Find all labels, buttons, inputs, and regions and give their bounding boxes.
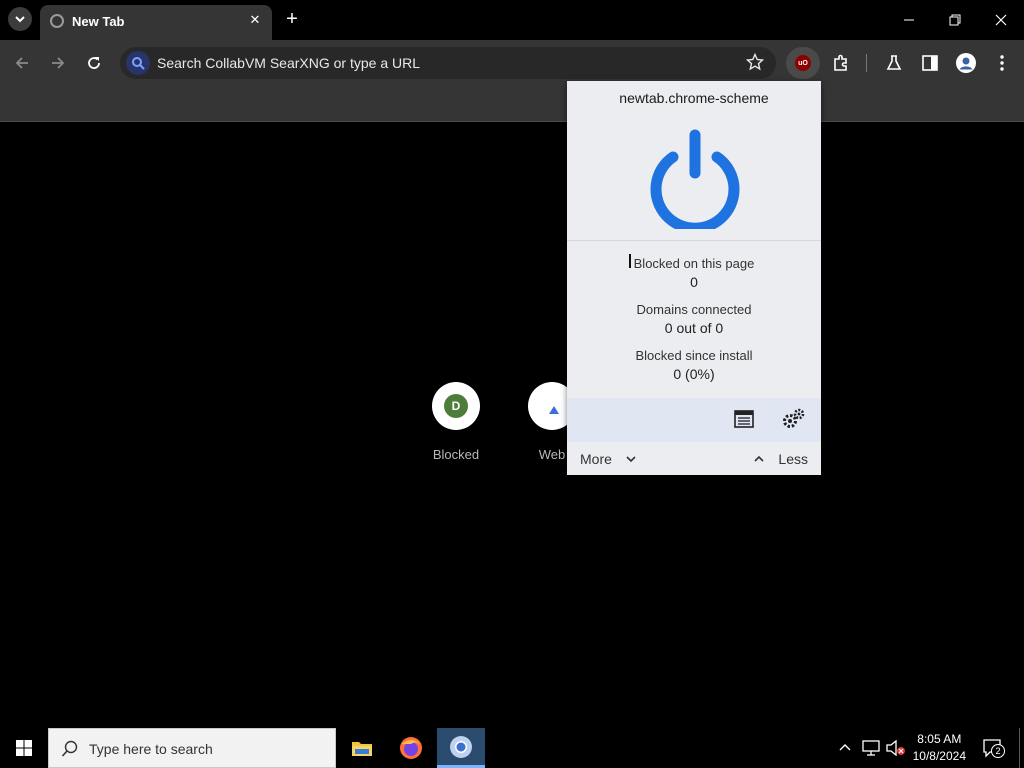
shortcut-label: Blocked	[432, 447, 480, 462]
shortcut-icon: D	[432, 382, 480, 430]
network-icon[interactable]	[862, 740, 880, 761]
ublock-extension-button[interactable]: uO	[786, 47, 820, 79]
stat-domains-value: 0 out of 0	[664, 320, 724, 336]
less-label: Less	[778, 451, 808, 467]
reload-button[interactable]	[80, 49, 108, 77]
notification-center-button[interactable]: 2	[982, 738, 1006, 760]
tab-new-tab[interactable]: New Tab ✕	[40, 5, 272, 40]
close-window-button[interactable]	[986, 8, 1016, 32]
search-engine-icon	[126, 51, 150, 75]
settings-icon[interactable]	[782, 408, 806, 435]
stat-blocked-install-value: 0 (0%)	[673, 366, 715, 382]
shortcut-initial: D	[444, 394, 468, 418]
chrome-icon	[450, 735, 472, 758]
stat-domains-label: Domains connected	[636, 302, 752, 317]
minimize-icon	[904, 19, 914, 21]
windows-logo-icon	[16, 740, 32, 756]
forward-button[interactable]	[44, 49, 72, 77]
stat-blocked-page-label: Blocked on this page	[633, 256, 755, 271]
taskbar: Type here to search 8:05 AM 10/8/2024 2	[0, 728, 1024, 768]
logger-icon[interactable]	[734, 410, 754, 433]
popup-divider	[567, 240, 821, 241]
restore-icon	[949, 14, 961, 26]
extensions-button[interactable]	[827, 49, 855, 77]
restore-button[interactable]	[940, 8, 970, 32]
ublock-popup: newtab.chrome-scheme Blocked on this pag…	[567, 81, 821, 475]
side-panel-button[interactable]	[916, 49, 944, 77]
toolbar-separator	[866, 54, 867, 72]
popup-hostname: newtab.chrome-scheme	[619, 90, 769, 106]
address-bar-placeholder: Search CollabVM SearXNG or type a URL	[157, 55, 420, 71]
tab-strip: New Tab ✕ +	[0, 0, 1024, 40]
stat-blocked-install-label: Blocked since install	[635, 348, 753, 363]
taskbar-file-explorer[interactable]	[338, 728, 386, 768]
folder-icon	[352, 742, 372, 756]
reload-icon	[88, 57, 100, 69]
new-tab-button[interactable]: +	[282, 9, 302, 29]
back-button[interactable]	[8, 49, 36, 77]
flask-icon	[886, 55, 902, 70]
labs-button[interactable]	[880, 49, 908, 77]
puzzle-icon	[834, 54, 847, 71]
more-label: More	[580, 451, 612, 467]
text-cursor	[629, 254, 631, 268]
close-icon	[995, 14, 1007, 26]
close-tab-icon[interactable]: ✕	[246, 11, 264, 29]
popup-tools-bar	[567, 398, 821, 442]
kebab-menu-icon	[1000, 55, 1004, 71]
stat-blocked-page-value: 0	[690, 274, 698, 290]
less-button[interactable]: Less	[754, 451, 808, 467]
new-tab-page: D Blocked Web	[0, 122, 1024, 728]
power-button[interactable]	[648, 125, 742, 234]
menu-button[interactable]	[988, 49, 1016, 77]
show-desktop-button[interactable]	[1019, 728, 1020, 768]
browser-toolbar: Search CollabVM SearXNG or type a URL uO	[0, 40, 1024, 122]
clock-time: 8:05 AM	[917, 732, 962, 746]
taskbar-search-placeholder: Type here to search	[89, 741, 213, 757]
arrow-left-icon	[15, 57, 28, 69]
arrow-right-icon	[52, 57, 65, 69]
chevron-up-icon	[754, 455, 764, 462]
ublock-shield-icon: uO	[795, 55, 811, 71]
side-panel-icon	[922, 55, 938, 71]
start-button[interactable]	[0, 728, 48, 768]
globe-icon	[50, 14, 64, 28]
tab-title: New Tab	[72, 14, 125, 29]
power-icon	[650, 129, 740, 234]
address-bar[interactable]: Search CollabVM SearXNG or type a URL	[120, 47, 776, 79]
search-icon	[61, 740, 79, 763]
bookmark-star-icon[interactable]	[745, 52, 765, 76]
more-button[interactable]: More	[580, 451, 636, 467]
profile-button[interactable]	[952, 49, 980, 77]
minimize-button[interactable]	[894, 8, 924, 32]
taskbar-chrome[interactable]	[437, 728, 485, 768]
avatar-icon	[956, 53, 976, 73]
volume-muted-icon[interactable]	[886, 739, 906, 761]
firefox-icon	[400, 737, 422, 759]
shortcut-tile[interactable]: D Blocked	[416, 382, 496, 462]
taskbar-search-box[interactable]: Type here to search	[48, 728, 336, 768]
chevron-down-icon	[15, 16, 25, 23]
taskbar-firefox[interactable]	[387, 728, 435, 768]
clock-date: 10/8/2024	[912, 749, 966, 763]
chevron-down-icon	[626, 456, 636, 463]
tray-overflow-icon[interactable]	[838, 740, 852, 759]
clock[interactable]: 8:05 AM 10/8/2024	[913, 731, 966, 765]
tab-search-button[interactable]	[8, 7, 32, 31]
notification-count-badge: 2	[991, 744, 1005, 758]
